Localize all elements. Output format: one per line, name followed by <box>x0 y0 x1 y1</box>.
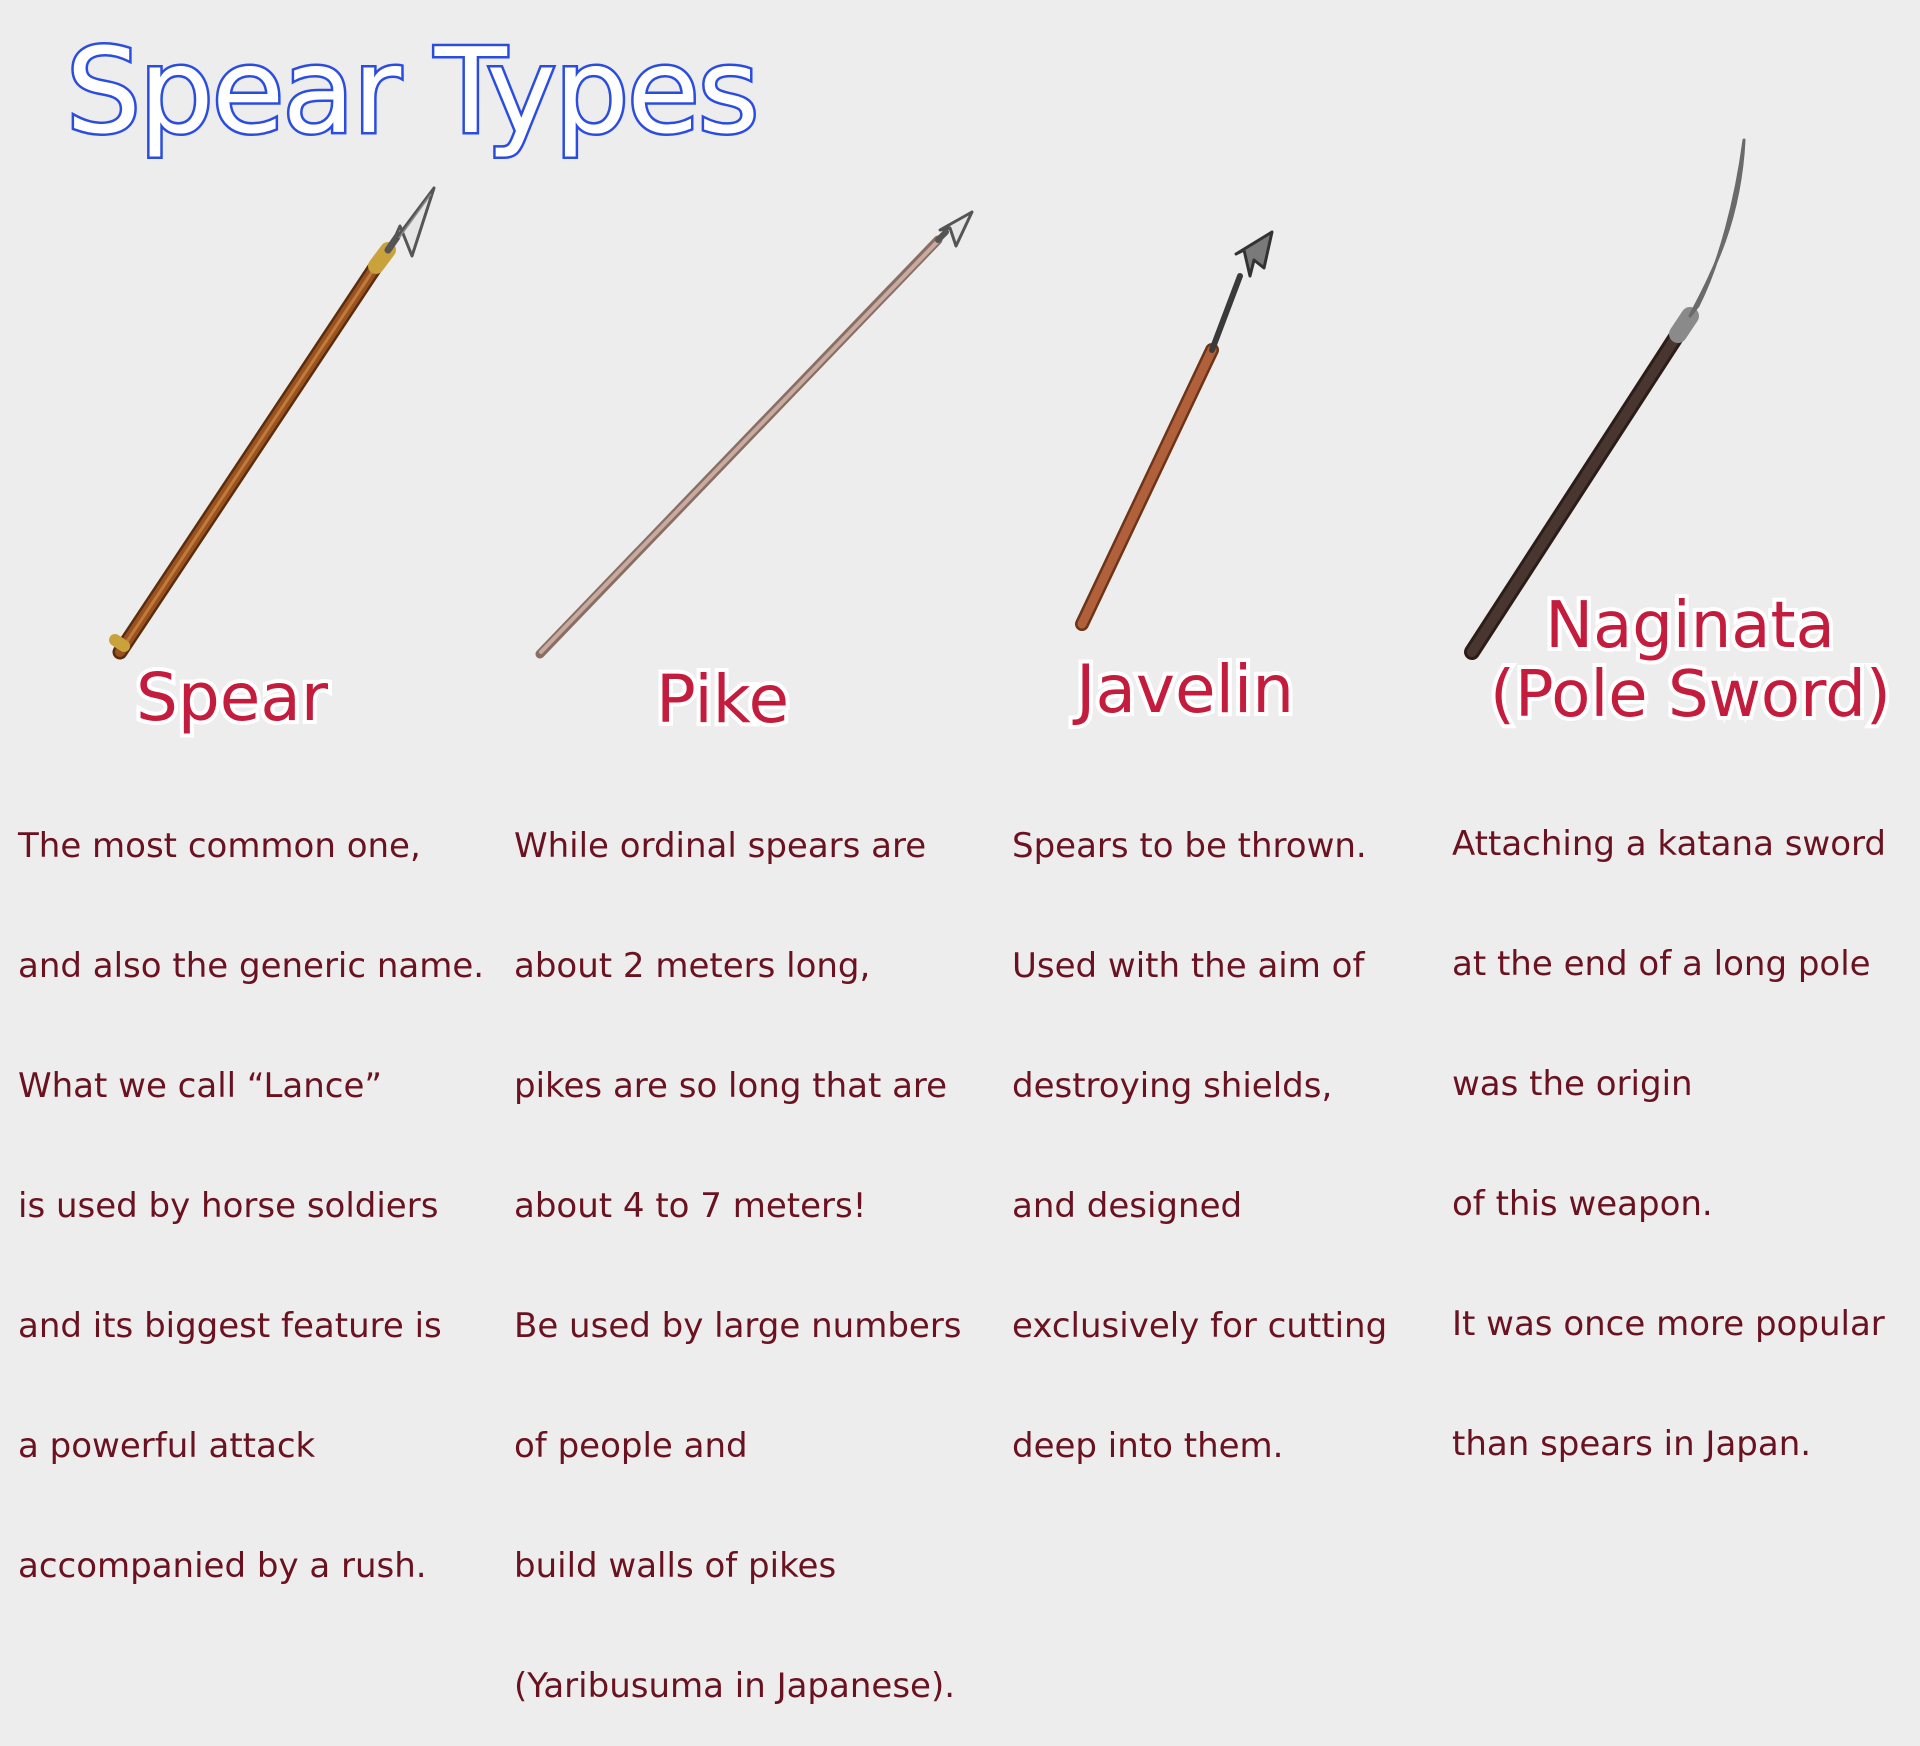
description-line: deep into them. <box>1012 1426 1284 1466</box>
weapon-name-line: Spear <box>132 658 332 738</box>
weapon-name-javelin: Javelin <box>1072 650 1298 730</box>
description-line: While ordinal spears are <box>514 826 927 866</box>
description-line: was the origin <box>1452 1064 1693 1104</box>
description-line: What we call “Lance” <box>18 1066 383 1106</box>
weapon-name-pike: Pike <box>652 660 793 740</box>
weapon-description-naginata: Attaching a katana sword at the end of a… <box>1452 744 1886 1504</box>
description-line: The most common one, <box>18 826 421 866</box>
description-line: is used by horse soldiers <box>18 1186 439 1226</box>
spear-illustration <box>109 186 436 660</box>
weapon-description-pike: While ordinal spears are about 2 meters … <box>514 746 962 1746</box>
description-line: a powerful attack <box>18 1426 316 1466</box>
javelin-illustration <box>1075 230 1274 631</box>
naginata-illustration <box>1464 138 1746 660</box>
weapon-name-line: Javelin <box>1072 650 1298 730</box>
weapon-description-javelin: Spears to be thrown. Used with the aim o… <box>1012 746 1387 1506</box>
description-line: exclusively for cutting <box>1012 1306 1388 1346</box>
description-line: of this weapon. <box>1452 1184 1713 1224</box>
weapon-description-spear: The most common one, and also the generi… <box>18 746 484 1626</box>
weapon-name-line: Pike <box>652 660 793 740</box>
description-line: about 2 meters long, <box>514 946 871 986</box>
description-line: Spears to be thrown. <box>1012 826 1367 866</box>
weapon-name-spear: Spear <box>132 658 332 738</box>
description-line: and also the generic name. <box>18 946 485 986</box>
description-line: Used with the aim of <box>1012 946 1365 986</box>
description-line: of people and <box>514 1426 748 1466</box>
weapon-name-line: (Pole Sword) <box>1486 656 1895 733</box>
description-line: (Yaribusuma in Japanese). <box>514 1666 956 1706</box>
weapon-name-line: Naginata <box>1541 587 1839 664</box>
description-line: accompanied by a rush. <box>18 1546 427 1586</box>
description-line: It was once more popular <box>1452 1304 1885 1344</box>
description-line: build walls of pikes <box>514 1546 837 1586</box>
description-line: Be used by large numbers <box>514 1306 962 1346</box>
description-line: pikes are so long that are <box>514 1066 948 1106</box>
description-line: Attaching a katana sword <box>1452 824 1886 864</box>
pike-illustration <box>535 210 974 659</box>
description-line: and designed <box>1012 1186 1243 1226</box>
description-line: destroying shields, <box>1012 1066 1333 1106</box>
weapon-name-naginata: Naginata (Pole Sword) <box>1486 587 1895 733</box>
description-line: and its biggest feature is <box>18 1306 442 1346</box>
description-line: at the end of a long pole <box>1452 944 1871 984</box>
description-line: than spears in Japan. <box>1452 1424 1812 1464</box>
description-line: about 4 to 7 meters! <box>514 1186 867 1226</box>
